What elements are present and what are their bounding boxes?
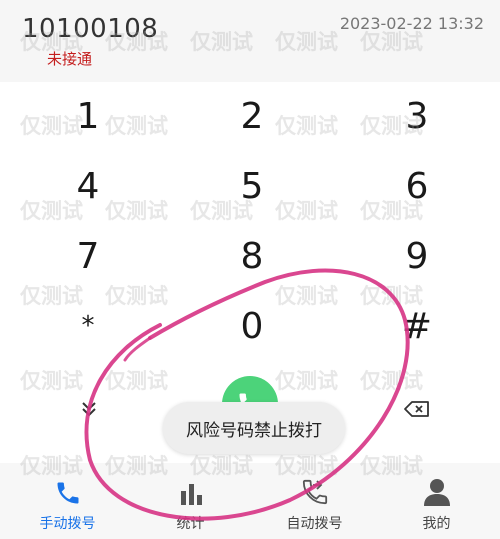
backspace-button[interactable] [400, 392, 434, 426]
tab-label: 手动拨号 [39, 516, 96, 532]
phone-number: 10100108 [22, 14, 159, 44]
tab-label: 我的 [422, 516, 451, 532]
key-1[interactable]: 1 [33, 86, 143, 146]
dial-keypad: 1 2 3 4 5 6 7 8 9 * 0 # [0, 82, 500, 372]
tab-label: 统计 [176, 516, 205, 532]
backspace-icon [404, 401, 429, 417]
tab-profile[interactable]: 我的 [374, 463, 499, 539]
tab-manual-dial[interactable]: 手动拨号 [5, 463, 130, 539]
collapse-keypad-button[interactable] [72, 392, 106, 426]
key-0[interactable]: 0 [197, 296, 307, 356]
bottom-tab-bar: 手动拨号 统计 自动拨号 我的 [0, 463, 500, 539]
key-9[interactable]: 9 [362, 226, 472, 286]
key-star[interactable]: * [33, 296, 143, 356]
person-icon [423, 479, 450, 506]
call-log-header: 10100108 2023-02-22 13:32 未接通 [0, 0, 500, 82]
key-6[interactable]: 6 [362, 156, 472, 216]
key-2[interactable]: 2 [197, 86, 307, 146]
key-4[interactable]: 4 [33, 156, 143, 216]
key-8[interactable]: 8 [197, 226, 307, 286]
call-status: 未接通 [47, 50, 93, 68]
auto-dial-icon [302, 479, 327, 505]
key-hash[interactable]: # [362, 296, 472, 356]
key-3[interactable]: 3 [362, 86, 472, 146]
risk-number-toast: 风险号码禁止拨打 [163, 402, 345, 454]
tab-label: 自动拨号 [286, 516, 343, 532]
call-timestamp: 2023-02-22 13:32 [339, 14, 484, 33]
phone-icon [57, 482, 78, 504]
key-7[interactable]: 7 [33, 226, 143, 286]
bar-chart-icon [180, 484, 202, 505]
tab-auto-dial[interactable]: 自动拨号 [252, 463, 377, 539]
key-5[interactable]: 5 [197, 156, 307, 216]
chevron-double-down-icon [82, 402, 96, 417]
tab-statistics[interactable]: 统计 [128, 463, 253, 539]
